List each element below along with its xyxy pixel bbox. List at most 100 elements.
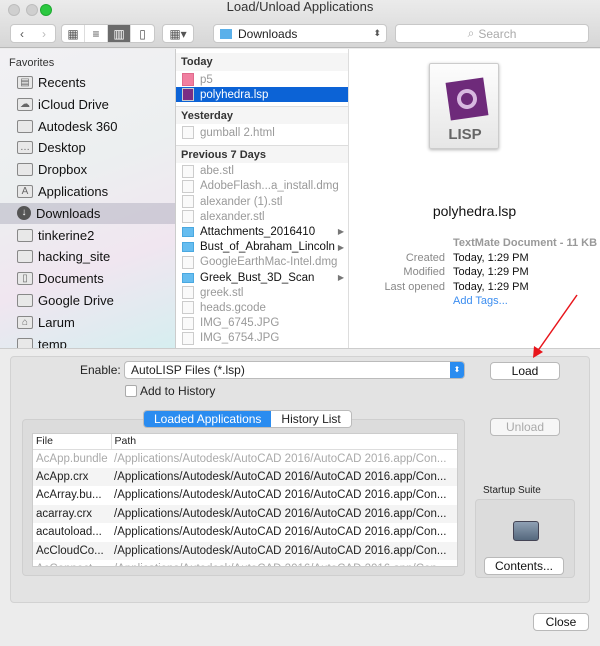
table-row[interactable]: AcApp.bundle/Applications/Autodesk/AutoC… (33, 449, 457, 468)
file-item[interactable]: p5 (176, 72, 348, 87)
sidebar-item-temp[interactable]: temp (0, 334, 175, 348)
sidebar-item-label: Larum (38, 314, 75, 330)
enable-popup[interactable]: AutoLISP Files (*.lsp) ⬍ (124, 361, 465, 379)
file-icon (182, 179, 194, 193)
file-item[interactable]: polyhedra.lsp (176, 87, 348, 103)
file-name: IMG_6745.JPG (200, 317, 280, 330)
sidebar-item-recents[interactable]: ▤ Recents (0, 72, 175, 93)
file-group-heading: Yesterday (176, 106, 348, 125)
back-icon[interactable]: ‹ (20, 27, 24, 41)
table-row[interactable]: AcArray.bu... /Applications/Autodesk/Auto… (33, 486, 457, 505)
contents-button[interactable]: Contents... (484, 557, 564, 575)
sidebar-item-larum[interactable]: ⌂ Larum (0, 312, 175, 333)
forward-icon[interactable]: › (42, 27, 46, 41)
load-unload-panel: Enable: AutoLISP Files (*.lsp) ⬍ Add to … (0, 348, 600, 646)
add-tags-link[interactable]: Add Tags... (453, 295, 508, 307)
file-name: Bust_of_Abraham_Lincoln (200, 241, 335, 254)
sidebar-item-hacking_site[interactable]: hacking_site (0, 246, 175, 267)
preview-kind: TextMate Document - 11 KB (453, 237, 598, 249)
icon-label: LISP (448, 126, 482, 143)
sidebar-item-documents[interactable]: ▯ Documents (0, 268, 175, 289)
enable-value: AutoLISP Files (*.lsp) (131, 363, 245, 377)
tab-loaded-applications[interactable]: Loaded Applications (144, 411, 272, 427)
folder-icon (17, 294, 33, 307)
sidebar-item-label: Downloads (36, 205, 101, 221)
created-label: Created (405, 252, 445, 264)
column-header-file[interactable]: File (33, 434, 112, 450)
tab-history-list[interactable]: History List (271, 411, 351, 427)
column-header-path[interactable]: Path (111, 434, 457, 450)
folder-icon (182, 242, 194, 253)
file-item[interactable]: AdobeFlash...a_install.dmg (176, 179, 348, 194)
file-item[interactable]: Bust_of_Abraham_Lincoln ▶ (176, 240, 348, 255)
cell-path: /Applications/Autodesk/AutoCAD 2016/Auto… (114, 489, 447, 502)
cell-path: /Applications/Autodesk/AutoCAD 2016/Auto… (111, 560, 457, 566)
cover-flow-icon[interactable]: ▯ (131, 25, 154, 42)
updown-icon: ⬍ (373, 28, 381, 38)
file-name: GoogleEarthMac-Intel.dmg (200, 256, 338, 269)
disclosure-arrow-icon: ▶ (337, 227, 344, 237)
file-item[interactable]: IMG_6745.JPG (176, 316, 348, 331)
file-item[interactable]: greek.stl (176, 285, 348, 300)
file-name: IMG_6754.JPG (200, 332, 280, 345)
sidebar-item-label: hacking_site (38, 249, 111, 265)
folder-icon (17, 163, 33, 177)
nav-buttons: ‹ › (10, 24, 56, 43)
file-name: gumball 2.html (200, 126, 275, 139)
location-popup[interactable]: Downloads ⬍ (213, 24, 387, 43)
sidebar-item-tinkerine2[interactable]: tinkerine2 (0, 225, 175, 246)
arrange-button[interactable]: ▦▾ (162, 24, 194, 43)
file-icon (182, 331, 194, 345)
file-icon (182, 316, 194, 330)
sidebar-item-icloud-drive[interactable]: ☁ iCloud Drive (0, 94, 175, 115)
sidebar-item-downloads[interactable]: ↓ Downloads (0, 202, 175, 224)
table-row[interactable]: AcCloudCo.../Applications/Autodesk/AutoC… (33, 541, 457, 560)
cell-file: AcArray.bu... (36, 489, 102, 502)
grid-icon: ▦▾ (169, 26, 187, 41)
file-item[interactable]: heads.gcode (176, 300, 348, 315)
file-icon (182, 255, 194, 269)
cell-path: /Applications/Autodesk/AutoCAD 2016/Auto… (114, 452, 447, 465)
file-item[interactable]: GoogleEarthMac-Intel.dmg (176, 255, 348, 270)
file-item[interactable]: Attachments_2016410 ▶ (176, 224, 348, 239)
icon-view-icon[interactable]: ▦ (62, 25, 86, 42)
sidebar-item-google-drive[interactable]: Google Drive (0, 290, 175, 311)
table-row[interactable]: acautoload... /Applications/Autodesk/Auto… (33, 523, 457, 542)
file-item[interactable]: Greek_Bust_3D_Scan ▶ (176, 270, 348, 285)
file-item[interactable]: gumball 2.html (176, 125, 348, 140)
file-item[interactable]: alexander.stl (176, 209, 348, 224)
unload-button[interactable]: Unload (490, 418, 560, 436)
sidebar-item-dropbox[interactable]: Dropbox (0, 159, 175, 180)
location-label: Downloads (238, 26, 298, 41)
sidebar-item-applications[interactable]: A Applications (0, 181, 175, 202)
sidebar-item-label: Desktop (38, 140, 86, 156)
file-name: p5 (200, 73, 213, 86)
file-item[interactable]: abe.stl (176, 164, 348, 179)
search-placeholder: Search (478, 26, 517, 41)
table-row[interactable]: AcApp.crx/Applications/Autodesk/AutoCAD … (33, 467, 457, 486)
close-button[interactable]: Close (533, 613, 589, 631)
cell-file: AcConnect... (33, 560, 111, 566)
file-name: alexander.stl (200, 210, 265, 223)
list-view-icon[interactable]: ≡ (85, 25, 109, 42)
file-icon (182, 73, 194, 86)
cloud-icon: ☁ (17, 97, 33, 111)
file-icon (182, 88, 194, 102)
load-button[interactable]: Load (490, 362, 560, 380)
column-view-icon[interactable]: ▥ (108, 25, 132, 42)
sidebar-item-autodesk-360[interactable]: Autodesk 360 (0, 116, 175, 137)
sidebar-item-desktop[interactable]: … Desktop (0, 137, 175, 158)
sidebar-item-label: Recents (38, 75, 86, 90)
file-item[interactable]: alexander (1).stl (176, 194, 348, 209)
add-to-history-checkbox[interactable] (125, 385, 137, 397)
lisp-file-icon: LISP (429, 63, 499, 149)
file-name: alexander (1).stl (200, 195, 283, 208)
table-row[interactable]: acarray.crx/Applications/Autodesk/AutoCA… (33, 504, 457, 523)
sidebar-item-label: iCloud Drive (38, 96, 109, 112)
file-name: abe.stl (200, 165, 234, 178)
file-item[interactable]: IMG_6754.JPG (176, 331, 348, 346)
file-name: AdobeFlash...a_install.dmg (200, 180, 339, 193)
search-input[interactable]: ⌕ Search (395, 24, 589, 43)
file-name: heads.gcode (200, 301, 266, 314)
table-row[interactable]: AcConnect.../Applications/Autodesk/AutoC… (33, 560, 457, 566)
